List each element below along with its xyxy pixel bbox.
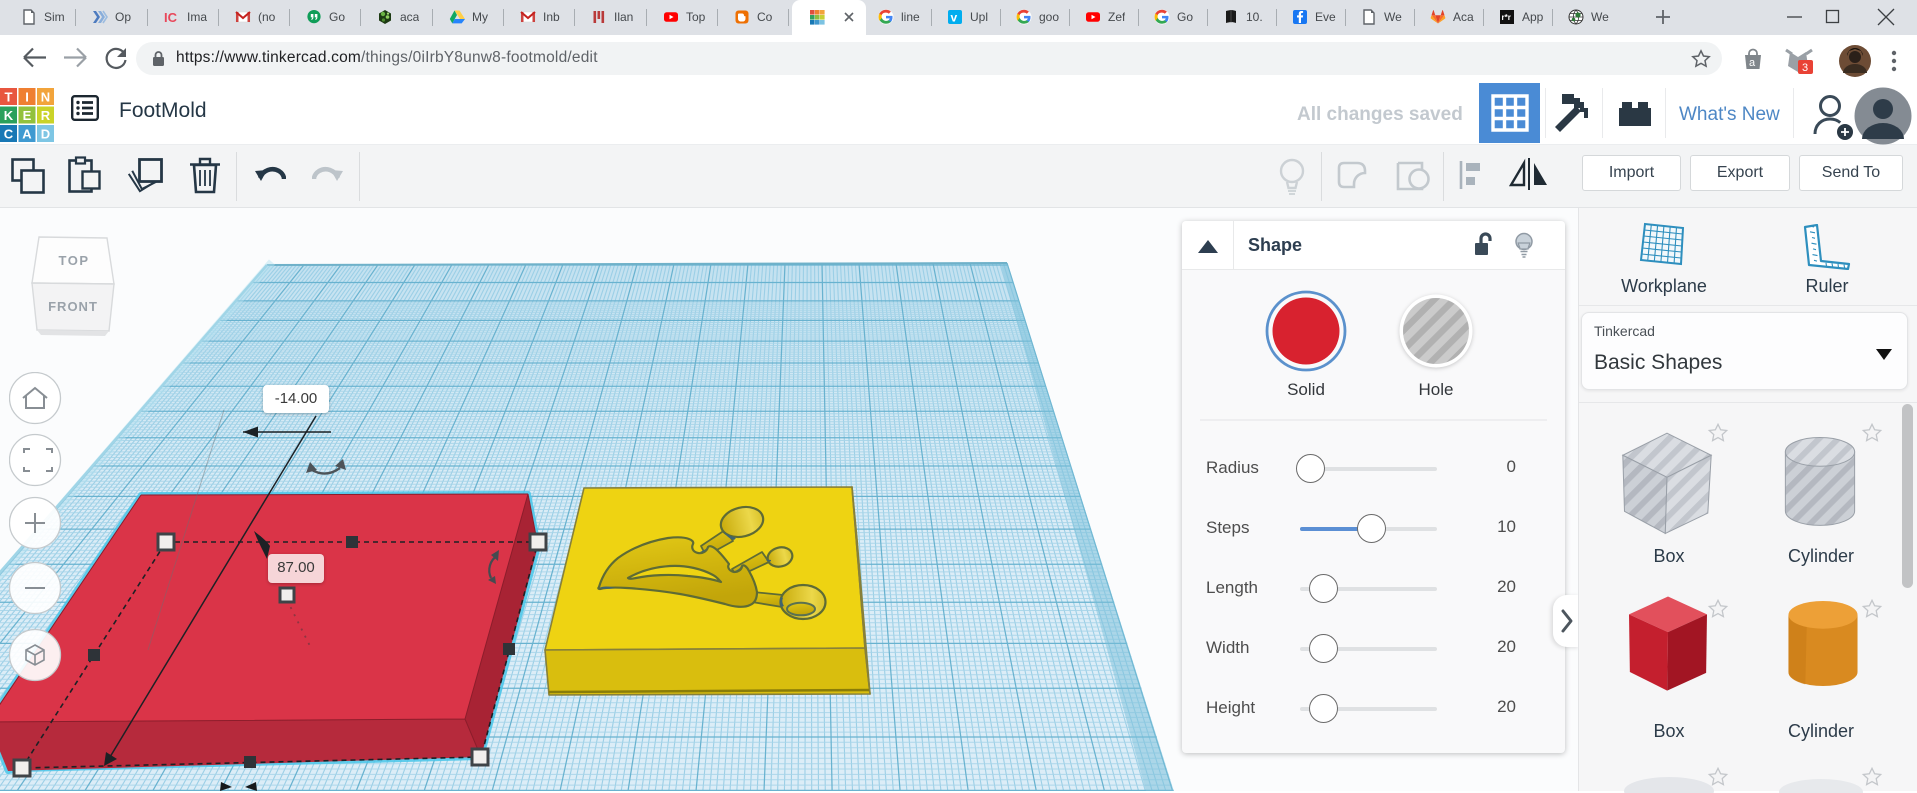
svg-text:3: 3 <box>1802 62 1808 74</box>
svg-text:R: R <box>41 108 51 123</box>
svg-text:N: N <box>41 89 50 104</box>
svg-text:E: E <box>23 108 32 123</box>
svg-text:r*r: r*r <box>1502 13 1511 22</box>
svg-text:a: a <box>1749 57 1756 69</box>
svg-text:TOP: TOP <box>59 253 90 268</box>
svg-text:C: C <box>4 126 14 141</box>
svg-text:I: I <box>25 89 29 104</box>
svg-text:T: T <box>5 89 13 104</box>
svg-text:v: v <box>951 11 958 25</box>
svg-text:D: D <box>41 126 50 141</box>
svg-text:FRONT: FRONT <box>48 299 98 314</box>
svg-text:K: K <box>4 108 14 123</box>
svg-text:A: A <box>22 126 32 141</box>
svg-text:Solid: Solid <box>1287 380 1325 399</box>
svg-text:Hole: Hole <box>1419 380 1454 399</box>
svg-text:IC: IC <box>164 10 178 25</box>
